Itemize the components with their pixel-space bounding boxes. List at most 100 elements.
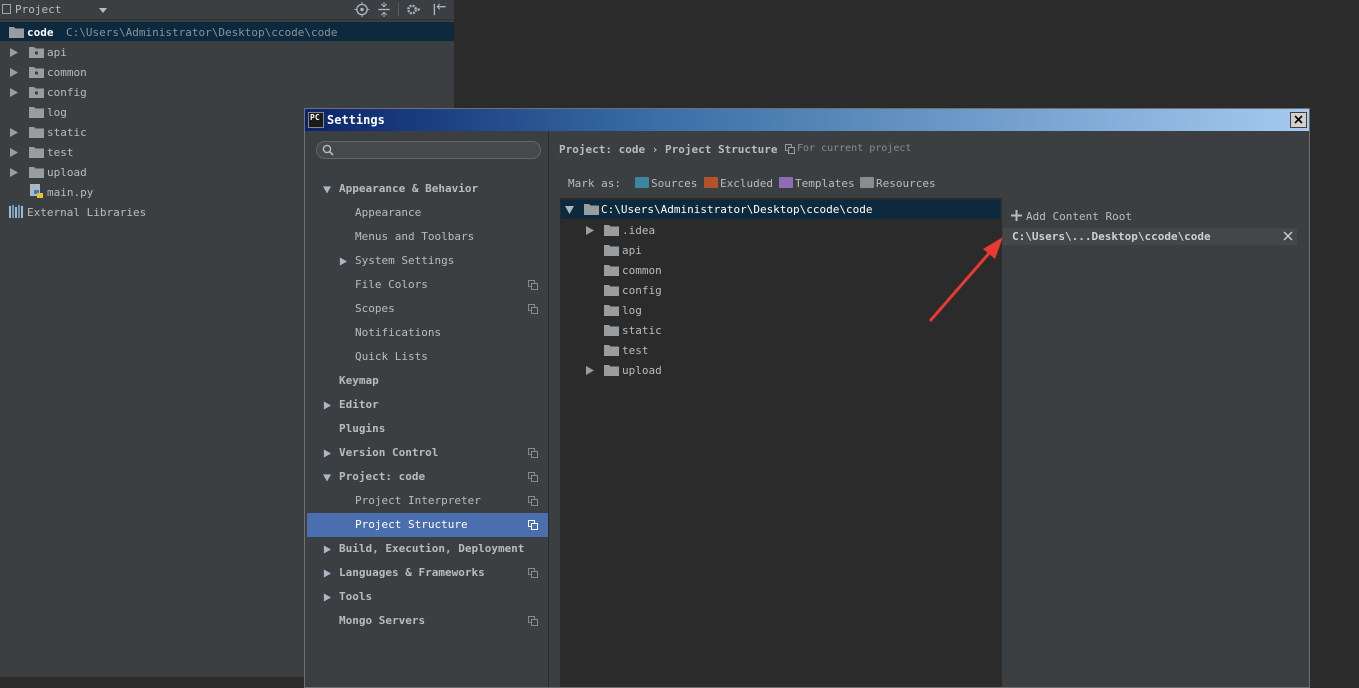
nav-item-label: Editor bbox=[339, 398, 379, 411]
sources-folder-icon bbox=[635, 177, 649, 188]
expand-arrow-icon[interactable] bbox=[586, 366, 594, 375]
mark-resources-label: Resources bbox=[876, 177, 936, 190]
collapse-arrow-icon[interactable] bbox=[323, 473, 331, 482]
expand-arrow-icon[interactable] bbox=[10, 48, 18, 57]
nav-item-label: File Colors bbox=[355, 278, 428, 291]
add-content-root-label: Add Content Root bbox=[1026, 210, 1132, 223]
collapse-arrow-icon[interactable] bbox=[323, 185, 331, 194]
nav-item-appearance[interactable]: Appearance bbox=[307, 201, 548, 225]
nav-item-mongo-servers[interactable]: Mongo Servers bbox=[307, 609, 548, 633]
nav-item-label: Plugins bbox=[339, 422, 386, 435]
nav-item-label: System Settings bbox=[355, 254, 455, 267]
nav-item-notifications[interactable]: Notifications bbox=[307, 321, 548, 345]
collapse-all-icon[interactable] bbox=[376, 2, 392, 17]
nav-item-project-structure[interactable]: Project Structure bbox=[307, 513, 548, 537]
nav-item-quick-lists[interactable]: Quick Lists bbox=[307, 345, 548, 369]
expand-arrow-icon[interactable] bbox=[10, 168, 18, 177]
nav-item-file-colors[interactable]: File Colors bbox=[307, 273, 548, 297]
nav-item-label: Mongo Servers bbox=[339, 614, 426, 627]
nav-item-menus-and-toolbars[interactable]: Menus and Toolbars bbox=[307, 225, 548, 249]
annotation-arrow-icon bbox=[928, 237, 1003, 322]
nav-item-build-execution-deployment[interactable]: Build, Execution, Deployment bbox=[307, 537, 548, 561]
tree-item-config[interactable]: config bbox=[0, 82, 454, 102]
nav-item-system-settings[interactable]: System Settings bbox=[307, 249, 548, 273]
expand-arrow-icon[interactable] bbox=[339, 257, 347, 266]
content-roots-panel: Add Content Root C:\Users\...Desktop\cco… bbox=[1001, 198, 1299, 687]
tree-item-api[interactable]: api bbox=[0, 42, 454, 62]
nav-item-label: Project Structure bbox=[355, 518, 468, 531]
nav-item-label: Appearance & Behavior bbox=[339, 182, 479, 195]
nav-item-plugins[interactable]: Plugins bbox=[307, 417, 548, 441]
nav-item-label: Project: code bbox=[339, 470, 426, 483]
settings-search-input[interactable] bbox=[316, 141, 541, 159]
hide-panel-icon[interactable] bbox=[432, 2, 448, 17]
excluded-folder-icon bbox=[704, 177, 718, 188]
content-tree-item-upload[interactable]: upload bbox=[561, 360, 1000, 380]
nav-item-label: Keymap bbox=[339, 374, 379, 387]
expand-arrow-icon[interactable] bbox=[10, 128, 18, 137]
project-root-path: C:\Users\Administrator\Desktop\ccode\cod… bbox=[66, 26, 338, 39]
nav-item-editor[interactable]: Editor bbox=[307, 393, 548, 417]
tree-item-label: static bbox=[47, 126, 87, 139]
nav-item-scopes[interactable]: Scopes bbox=[307, 297, 548, 321]
expand-arrow-icon[interactable] bbox=[10, 68, 18, 77]
nav-item-project-code[interactable]: Project: code bbox=[307, 465, 548, 489]
mark-templates-label: Templates bbox=[795, 177, 855, 190]
folder-icon bbox=[604, 245, 619, 256]
gear-icon[interactable] bbox=[405, 2, 421, 17]
nav-item-keymap[interactable]: Keymap bbox=[307, 369, 548, 393]
project-root-name: code bbox=[27, 26, 54, 39]
project-panel-header: Project bbox=[0, 0, 454, 20]
expand-arrow-icon[interactable] bbox=[323, 449, 331, 458]
nav-item-label: Appearance bbox=[355, 206, 422, 219]
tree-item-label: test bbox=[47, 146, 74, 159]
content-tree-item-label: test bbox=[622, 344, 649, 357]
templates-folder-icon bbox=[779, 177, 793, 188]
project-root-row[interactable]: code C:\Users\Administrator\Desktop\ccod… bbox=[0, 22, 454, 41]
remove-content-root-icon[interactable] bbox=[1283, 231, 1293, 241]
collapse-arrow-icon[interactable] bbox=[565, 206, 574, 214]
copy-settings-icon bbox=[528, 568, 538, 578]
copy-settings-icon bbox=[528, 520, 538, 530]
content-tree-item-label: log bbox=[622, 304, 642, 317]
content-tree-root-row[interactable]: C:\Users\Administrator\Desktop\ccode\cod… bbox=[561, 200, 1000, 219]
folder-icon bbox=[604, 345, 619, 356]
project-view-selector[interactable]: Project bbox=[15, 3, 61, 16]
plus-icon bbox=[1011, 210, 1022, 221]
content-tree-root-path: C:\Users\Administrator\Desktop\ccode\cod… bbox=[601, 203, 873, 216]
chevron-down-icon[interactable] bbox=[99, 8, 107, 13]
close-button[interactable] bbox=[1290, 112, 1307, 128]
mark-excluded-label: Excluded bbox=[720, 177, 773, 190]
content-root-entry[interactable]: C:\Users\...Desktop\ccode\code bbox=[1003, 228, 1297, 245]
expand-arrow-icon[interactable] bbox=[10, 88, 18, 97]
nav-item-label: Build, Execution, Deployment bbox=[339, 542, 525, 555]
folder-icon bbox=[29, 107, 44, 118]
expand-arrow-icon[interactable] bbox=[323, 545, 331, 554]
copy-settings-icon bbox=[528, 304, 538, 314]
project-view-icon[interactable] bbox=[2, 4, 11, 14]
content-tree-item-test[interactable]: test bbox=[561, 340, 1000, 360]
content-tree-item-label: config bbox=[622, 284, 662, 297]
expand-arrow-icon[interactable] bbox=[586, 226, 594, 235]
expand-arrow-icon[interactable] bbox=[323, 401, 331, 410]
breadcrumb: Project: code › Project Structure bbox=[559, 143, 778, 156]
expand-arrow-icon[interactable] bbox=[323, 569, 331, 578]
package-folder-icon bbox=[29, 67, 44, 78]
content-tree-item-label: api bbox=[622, 244, 642, 257]
nav-item-label: Quick Lists bbox=[355, 350, 428, 363]
resources-folder-icon bbox=[860, 177, 874, 188]
expand-arrow-icon[interactable] bbox=[323, 593, 331, 602]
nav-item-project-interpreter[interactable]: Project Interpreter bbox=[307, 489, 548, 513]
dialog-title-bar[interactable]: PC Settings bbox=[305, 109, 1309, 131]
nav-item-appearance-behavior[interactable]: Appearance & Behavior bbox=[307, 177, 548, 201]
nav-item-label: Scopes bbox=[355, 302, 395, 315]
nav-item-label: Project Interpreter bbox=[355, 494, 481, 507]
expand-arrow-icon[interactable] bbox=[10, 148, 18, 157]
tree-item-label: common bbox=[47, 66, 87, 79]
nav-item-version-control[interactable]: Version Control bbox=[307, 441, 548, 465]
folder-icon bbox=[29, 147, 44, 158]
tree-item-common[interactable]: common bbox=[0, 62, 454, 82]
nav-item-tools[interactable]: Tools bbox=[307, 585, 548, 609]
nav-item-languages-frameworks[interactable]: Languages & Frameworks bbox=[307, 561, 548, 585]
locate-target-icon[interactable] bbox=[354, 2, 370, 17]
